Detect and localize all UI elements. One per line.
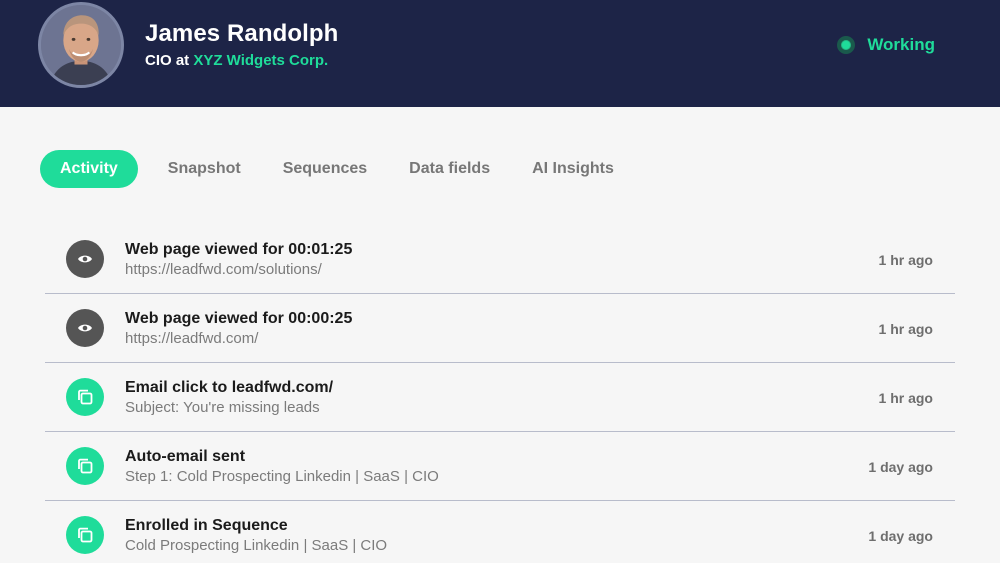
status-label: Working	[867, 35, 935, 54]
activity-title: Web page viewed for 00:00:25	[125, 310, 353, 327]
activity-title: Web page viewed for 00:01:25	[125, 241, 353, 258]
activity-time: 1 hr ago	[878, 252, 933, 268]
tab-data-fields[interactable]: Data fields	[409, 160, 490, 178]
tab-bar: Activity Snapshot Sequences Data fields …	[40, 149, 656, 188]
activity-row[interactable]: Email click to leadfwd.com/ Subject: You…	[45, 363, 955, 432]
activity-title: Auto-email sent	[125, 448, 246, 465]
company-link[interactable]: XYZ Widgets Corp.	[193, 52, 328, 69]
profile-role: CIO at XYZ Widgets Corp.	[145, 52, 328, 69]
activity-time: 1 hr ago	[878, 321, 933, 337]
activity-time: 1 hr ago	[878, 390, 933, 406]
copy-icon	[66, 378, 104, 416]
activity-title: Email click to leadfwd.com/	[125, 379, 334, 396]
avatar-photo	[41, 5, 121, 85]
activity-row[interactable]: Web page viewed for 00:00:25 https://lea…	[45, 294, 955, 363]
activity-time: 1 day ago	[868, 459, 933, 475]
activity-subtitle: https://leadfwd.com/solutions/	[125, 261, 322, 278]
avatar	[38, 2, 124, 88]
activity-time: 1 day ago	[868, 528, 933, 544]
eye-icon	[66, 309, 104, 347]
activity-subtitle: Step 1: Cold Prospecting Linkedin | SaaS…	[125, 468, 439, 485]
activity-subtitle: Cold Prospecting Linkedin | SaaS | CIO	[125, 537, 388, 554]
profile-header: James Randolph CIO at XYZ Widgets Corp. …	[0, 0, 1000, 107]
activity-feed: Web page viewed for 00:01:25 https://lea…	[45, 225, 955, 563]
tab-activity[interactable]: Activity	[40, 149, 138, 188]
activity-subtitle: https://leadfwd.com/	[125, 330, 259, 347]
copy-icon	[66, 447, 104, 485]
activity-row[interactable]: Enrolled in Sequence Cold Prospecting Li…	[45, 501, 955, 563]
profile-name: James Randolph	[145, 20, 339, 47]
activity-row[interactable]: Web page viewed for 00:01:25 https://lea…	[45, 225, 955, 294]
activity-row[interactable]: Auto-email sent Step 1: Cold Prospecting…	[45, 432, 955, 501]
role-prefix: CIO at	[145, 52, 194, 69]
activity-subtitle: Subject: You're missing leads	[125, 399, 320, 416]
tab-sequences[interactable]: Sequences	[283, 160, 367, 178]
status-dot-icon	[837, 36, 856, 54]
eye-icon	[66, 240, 104, 278]
activity-title: Enrolled in Sequence	[125, 517, 288, 534]
status-indicator[interactable]: Working	[837, 35, 935, 55]
copy-icon	[66, 516, 104, 554]
tab-ai-insights[interactable]: AI Insights	[532, 160, 614, 178]
tab-snapshot[interactable]: Snapshot	[168, 160, 241, 178]
